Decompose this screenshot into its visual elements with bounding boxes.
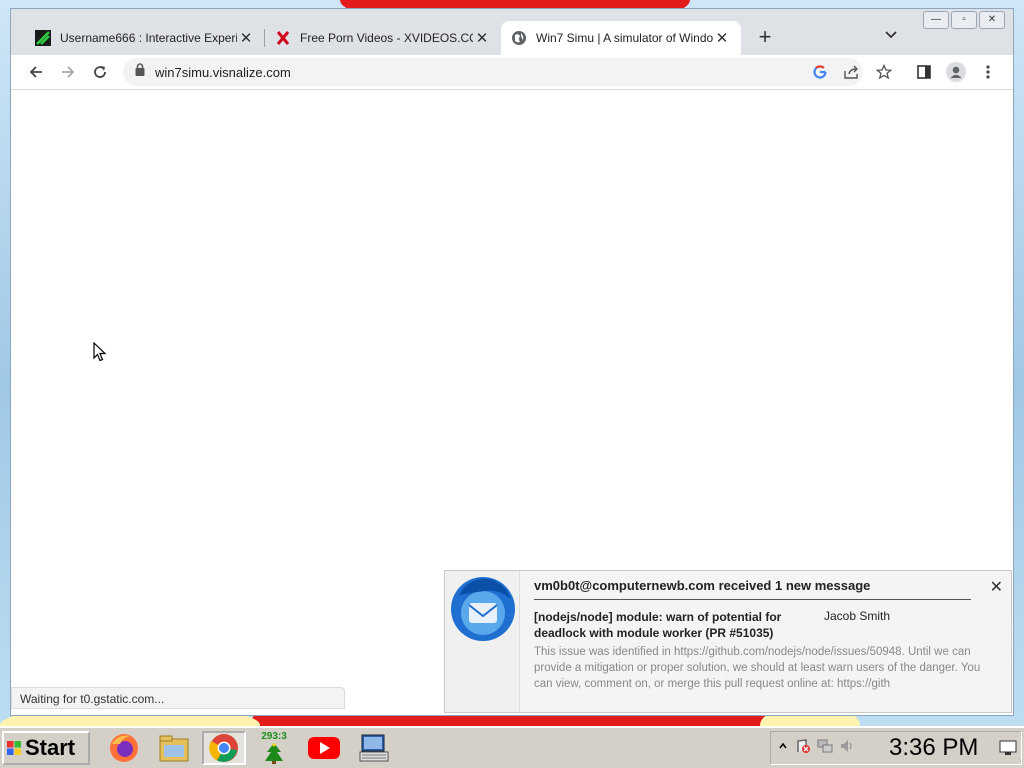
- tab-title: Free Porn Videos - XVIDEOS.COM: [300, 31, 473, 45]
- side-panel-icon: [917, 65, 931, 79]
- tray-expand-icon[interactable]: [779, 741, 787, 755]
- start-button[interactable]: Start: [2, 731, 90, 765]
- chrome-icon: [209, 734, 238, 762]
- volume-icon[interactable]: [839, 738, 855, 759]
- tab-title: Win7 Simu | A simulator of Windows: [536, 31, 713, 45]
- address-bar[interactable]: win7simu.visnalize.com: [123, 58, 863, 86]
- back-button[interactable]: [25, 61, 47, 83]
- thunderbird-icon: [449, 575, 517, 643]
- message-subject: [nodejs/node] module: warn of potential …: [534, 610, 782, 640]
- kebab-menu-icon: [986, 65, 990, 79]
- start-label: Start: [25, 735, 76, 760]
- tab-title: Username666 : Interactive Experi: [60, 31, 237, 45]
- url-text: win7simu.visnalize.com: [155, 64, 291, 80]
- keyboard-icon: [359, 734, 389, 762]
- mouse-cursor-icon: [93, 342, 107, 362]
- taskbar-youtube[interactable]: [302, 731, 346, 765]
- window-controls: — ▫ ✕: [923, 11, 1005, 29]
- taskbar: Start 293:3 3:36 PM: [0, 726, 1024, 768]
- menu-button[interactable]: [977, 61, 999, 83]
- clock[interactable]: 3:36 PM: [889, 734, 978, 762]
- tab-close-icon[interactable]: ✕: [237, 29, 255, 47]
- minimize-button[interactable]: —: [923, 11, 949, 29]
- lock-icon[interactable]: [135, 63, 145, 81]
- message-preview: This issue was identified in https://git…: [534, 646, 981, 690]
- folder-icon: [159, 735, 189, 762]
- share-icon: [844, 65, 858, 79]
- reload-icon: [94, 66, 106, 78]
- tab-xvideos[interactable]: Free Porn Videos - XVIDEOS.COM ✕: [265, 21, 501, 55]
- tab-close-icon[interactable]: ✕: [713, 29, 731, 47]
- system-tray: 3:36 PM: [770, 731, 1022, 765]
- firefox-icon: [110, 734, 138, 762]
- show-desktop-icon[interactable]: [999, 740, 1017, 761]
- maximize-button[interactable]: ▫: [951, 11, 977, 29]
- tree-counter-label: 293:3: [261, 731, 287, 742]
- browser-toolbar: win7simu.visnalize.com: [11, 55, 1013, 90]
- side-panel-button[interactable]: [913, 61, 935, 83]
- tab-win7simu[interactable]: Win7 Simu | A simulator of Windows ✕: [501, 21, 741, 55]
- windows-flag-icon: [7, 741, 21, 755]
- mail-notification[interactable]: vm0b0t@computernewb.com received 1 new m…: [444, 570, 1012, 713]
- tab-username666[interactable]: Username666 : Interactive Experi ✕: [25, 21, 265, 55]
- close-window-button[interactable]: ✕: [979, 11, 1005, 29]
- status-bar: Waiting for t0.gstatic.com...: [11, 687, 345, 709]
- taskbar-firefox[interactable]: [102, 731, 146, 765]
- taskbar-chrome[interactable]: [202, 731, 246, 765]
- share-button[interactable]: [841, 61, 863, 83]
- action-center-icon[interactable]: [795, 738, 811, 759]
- message-sender: Jacob Smith: [824, 609, 891, 623]
- new-tab-button[interactable]: +: [755, 26, 775, 48]
- forward-button[interactable]: [57, 61, 79, 83]
- taskbar-file-explorer[interactable]: [152, 731, 196, 765]
- username666-favicon: [35, 30, 51, 46]
- notification-close-button[interactable]: ✕: [990, 577, 1003, 597]
- arrow-left-icon: [29, 66, 42, 78]
- globe-icon: [511, 30, 527, 46]
- taskbar-tree-counter[interactable]: 293:3: [252, 731, 296, 765]
- reload-button[interactable]: [89, 61, 111, 83]
- christmas-tree-icon: [265, 743, 283, 764]
- taskbar-on-screen-keyboard[interactable]: [352, 731, 396, 765]
- xvideos-favicon: [275, 30, 291, 46]
- notification-title: vm0b0t@computernewb.com received 1 new m…: [534, 578, 971, 600]
- notification-panel: vm0b0t@computernewb.com received 1 new m…: [519, 571, 1011, 712]
- bookmark-button[interactable]: [873, 61, 895, 83]
- network-icon[interactable]: [817, 738, 833, 759]
- tab-strip: Username666 : Interactive Experi ✕ Free …: [11, 9, 1013, 55]
- star-icon: [876, 64, 892, 80]
- profile-avatar-icon: [946, 62, 966, 82]
- profile-button[interactable]: [945, 61, 967, 83]
- youtube-icon: [308, 737, 340, 759]
- tab-close-icon[interactable]: ✕: [473, 29, 491, 47]
- google-icon: [813, 65, 827, 79]
- tab-search-chevron-icon[interactable]: [885, 27, 897, 42]
- google-lens-button[interactable]: [809, 61, 831, 83]
- arrow-right-icon: [62, 66, 75, 78]
